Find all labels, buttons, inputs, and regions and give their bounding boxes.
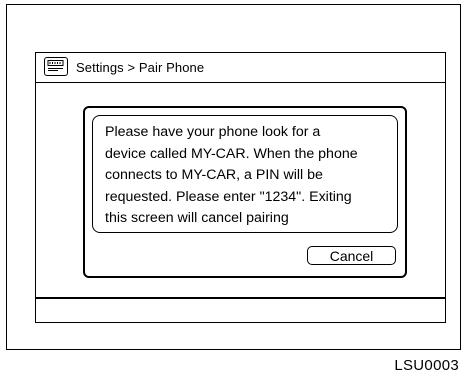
message-line: requested. Please enter "1234". Exiting bbox=[105, 188, 352, 205]
cancel-button[interactable]: Cancel bbox=[307, 246, 396, 265]
breadcrumb: Settings > Pair Phone bbox=[76, 60, 205, 75]
footer-divider bbox=[36, 297, 445, 299]
display-screen: Settings > Pair Phone Please have your p… bbox=[35, 52, 446, 323]
message-box: Please have your phone look for a device… bbox=[92, 115, 398, 233]
message-line: this screen will cancel pairing bbox=[105, 210, 289, 226]
figure-code: LSU0003 bbox=[394, 357, 459, 374]
message-line: device called MY-CAR. When the phone bbox=[105, 145, 358, 162]
message-line: Please have your phone look for a bbox=[105, 124, 321, 140]
header-bar: Settings > Pair Phone bbox=[36, 53, 445, 83]
pairing-dialog: Please have your phone look for a device… bbox=[83, 106, 407, 278]
settings-keyboard-icon bbox=[44, 57, 68, 76]
figure-frame: Settings > Pair Phone Please have your p… bbox=[6, 4, 461, 350]
message-line: connects to MY-CAR, a PIN will be bbox=[105, 167, 323, 183]
